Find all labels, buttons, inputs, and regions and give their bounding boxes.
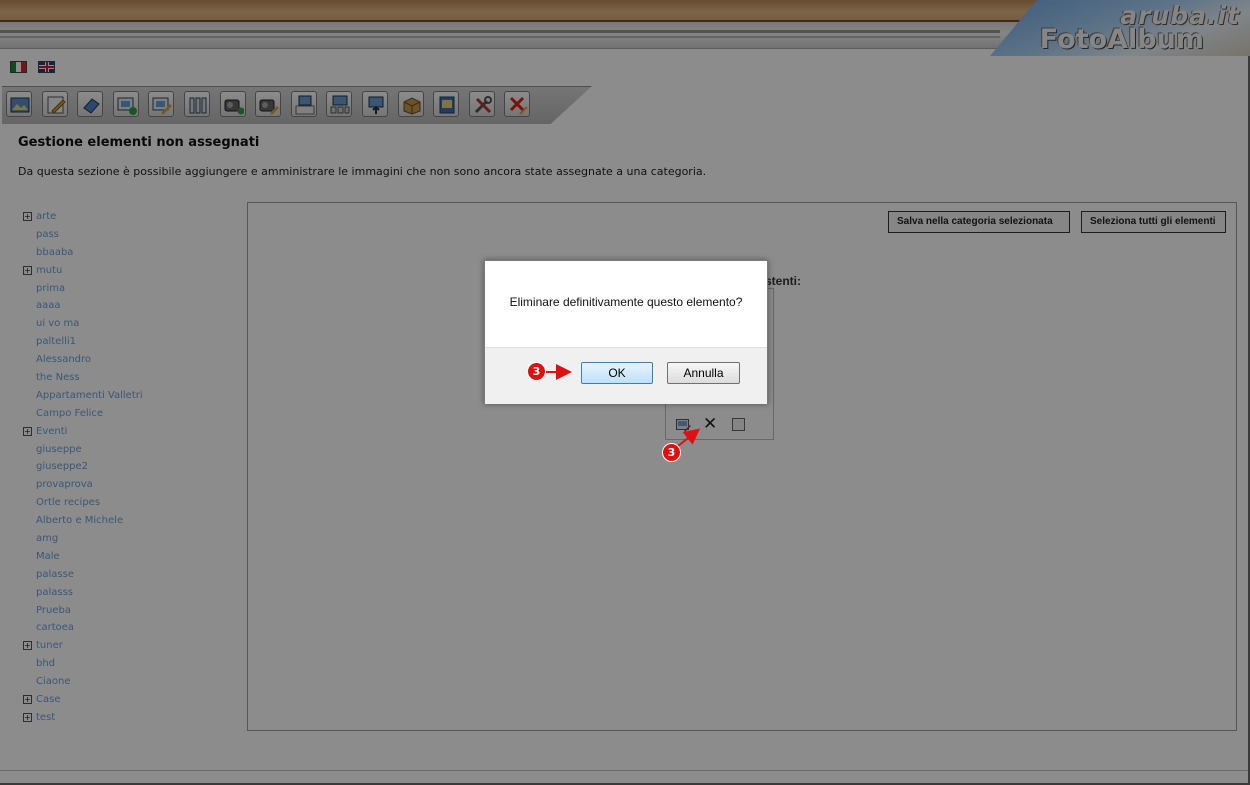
confirm-dialog: Eliminare definitivamente questo element… [484,260,768,404]
ok-button[interactable]: OK [581,362,653,384]
cancel-button[interactable]: Annulla [667,362,740,384]
step-marker: 3 [663,444,680,461]
dialog-footer: OK Annulla [485,347,767,404]
dialog-message: Eliminare definitivamente questo element… [509,295,743,309]
step-marker: 3 [528,363,545,380]
